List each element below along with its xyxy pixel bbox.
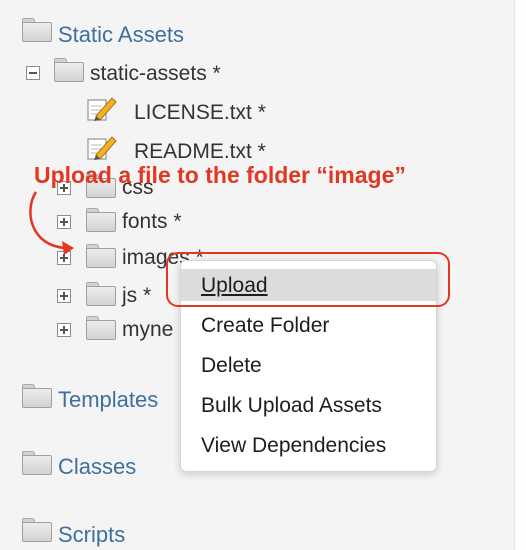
tree-node-readme[interactable]: README.txt *	[134, 140, 266, 164]
edit-file-icon	[87, 97, 117, 121]
folder-icon	[22, 451, 52, 475]
section-templates[interactable]: Templates	[58, 387, 158, 413]
folder-icon	[22, 384, 52, 408]
menu-item-delete[interactable]: Delete	[201, 354, 262, 378]
menu-item-create-folder[interactable]: Create Folder	[201, 314, 329, 338]
folder-icon	[22, 518, 52, 542]
folder-icon	[86, 316, 116, 340]
folder-icon	[86, 208, 116, 232]
panel-right-edge	[514, 0, 526, 550]
folder-icon	[54, 58, 84, 82]
annotation-text: Upload a file to the folder “image”	[34, 162, 406, 188]
menu-item-bulk-upload[interactable]: Bulk Upload Assets	[201, 394, 382, 418]
annotation-arrow-icon	[29, 191, 74, 255]
collapse-toggle-icon[interactable]	[26, 66, 40, 80]
expand-toggle-icon[interactable]	[57, 289, 71, 303]
tree-node-js[interactable]: js *	[122, 284, 151, 308]
folder-icon	[86, 282, 116, 306]
folder-icon	[22, 18, 52, 42]
expand-toggle-icon[interactable]	[57, 323, 71, 337]
menu-item-view-dependencies[interactable]: View Dependencies	[201, 434, 386, 458]
section-static-assets[interactable]: Static Assets	[58, 22, 184, 48]
annotation-highlight-ring	[166, 252, 450, 307]
tree-node-fonts[interactable]: fonts *	[122, 210, 182, 234]
section-classes[interactable]: Classes	[58, 454, 136, 480]
tree-node-license[interactable]: LICENSE.txt *	[134, 101, 266, 125]
folder-icon	[86, 244, 116, 268]
tree-node-static-assets[interactable]: static-assets *	[90, 62, 221, 86]
section-scripts[interactable]: Scripts	[58, 522, 125, 548]
tree-node-myne[interactable]: myne	[122, 318, 173, 342]
edit-file-icon	[87, 136, 117, 160]
